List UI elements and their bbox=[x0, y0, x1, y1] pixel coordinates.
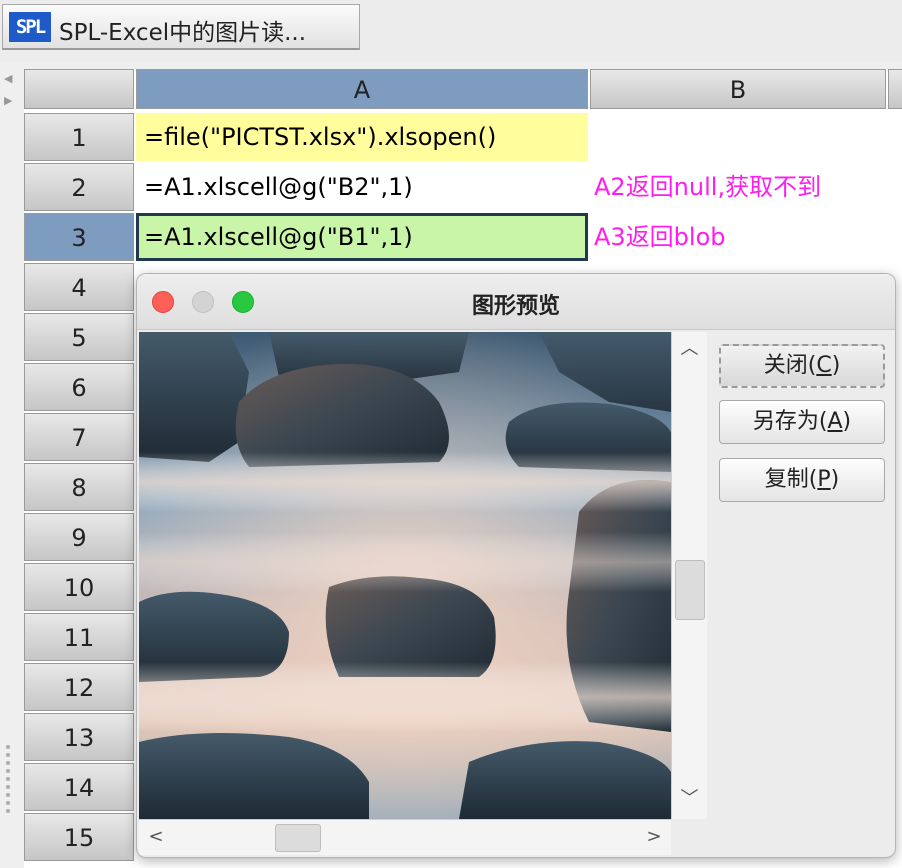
misty-rocks-image bbox=[139, 332, 671, 819]
row-header-3[interactable]: 3 bbox=[24, 213, 134, 261]
scroll-down-icon[interactable]: ﹀ bbox=[672, 784, 707, 814]
copy-button-suffix: ) bbox=[830, 467, 840, 492]
close-button-mnemonic: C bbox=[816, 353, 832, 378]
splitter-grip-icon[interactable] bbox=[6, 745, 10, 817]
cell-b3-comment[interactable]: A3返回blob bbox=[594, 213, 726, 261]
row-header-1[interactable]: 1 bbox=[24, 113, 134, 161]
row-header-14[interactable]: 14 bbox=[24, 763, 134, 811]
cell-a3-selected[interactable]: =A1.xlscell@g("B1",1) bbox=[136, 213, 588, 261]
row-header-12[interactable]: 12 bbox=[24, 663, 134, 711]
cell-b2-comment[interactable]: A2返回null,获取不到 bbox=[594, 163, 821, 211]
image-preview-dialog: 图形预览 ︿ ﹀ < > 关闭(C) 另存为(A) 复制(P) bbox=[136, 273, 896, 858]
document-tab[interactable]: SPL SPL-Excel中的图片读... bbox=[2, 4, 360, 50]
document-tab-title: SPL-Excel中的图片读... bbox=[59, 20, 307, 46]
row-header-15[interactable]: 15 bbox=[24, 813, 134, 861]
row-header-9[interactable]: 9 bbox=[24, 513, 134, 561]
cell-a1[interactable]: =file("PICTST.xlsx").xlsopen() bbox=[136, 113, 588, 161]
spl-logo-icon: SPL bbox=[9, 12, 51, 42]
row-header-11[interactable]: 11 bbox=[24, 613, 134, 661]
row-header-7[interactable]: 7 bbox=[24, 413, 134, 461]
row-header-6[interactable]: 6 bbox=[24, 363, 134, 411]
row-header-2[interactable]: 2 bbox=[24, 163, 134, 211]
document-tab-bar: SPL SPL-Excel中的图片读... bbox=[0, 0, 902, 62]
column-header-a[interactable]: A bbox=[136, 69, 588, 109]
column-header-b[interactable]: B bbox=[590, 69, 886, 109]
cell-a2[interactable]: =A1.xlscell@g("B2",1) bbox=[136, 163, 588, 211]
vertical-scroll-thumb[interactable] bbox=[675, 560, 705, 620]
row-header-10[interactable]: 10 bbox=[24, 563, 134, 611]
copy-button-label: 复制( bbox=[764, 467, 818, 492]
grid-corner[interactable] bbox=[24, 69, 134, 109]
horizontal-scroll-thumb[interactable] bbox=[275, 824, 321, 852]
dialog-title: 图形预览 bbox=[471, 294, 560, 319]
save-as-button[interactable]: 另存为(A) bbox=[719, 400, 885, 444]
close-button[interactable]: 关闭(C) bbox=[719, 344, 885, 388]
vertical-scrollbar[interactable]: ︿ ﹀ bbox=[671, 332, 707, 819]
close-button-label: 关闭( bbox=[763, 353, 817, 378]
left-panel-strip bbox=[0, 62, 22, 868]
expand-right-icon[interactable]: ▶ bbox=[4, 94, 12, 107]
row-header-4[interactable]: 4 bbox=[24, 263, 134, 311]
row-header-5[interactable]: 5 bbox=[24, 313, 134, 361]
scroll-up-icon[interactable]: ︿ bbox=[672, 334, 707, 364]
collapse-left-icon[interactable]: ◀ bbox=[4, 72, 12, 85]
scroll-right-icon[interactable]: > bbox=[639, 820, 669, 856]
row-header-13[interactable]: 13 bbox=[24, 713, 134, 761]
save-as-button-label: 另存为( bbox=[752, 409, 828, 434]
row-header-8[interactable]: 8 bbox=[24, 463, 134, 511]
save-as-button-suffix: ) bbox=[842, 409, 852, 434]
column-header-c[interactable] bbox=[888, 69, 902, 109]
preview-image bbox=[139, 332, 671, 819]
copy-button[interactable]: 复制(P) bbox=[719, 458, 885, 502]
close-button-suffix: ) bbox=[831, 353, 841, 378]
horizontal-scrollbar[interactable]: < > bbox=[139, 819, 671, 855]
save-as-button-mnemonic: A bbox=[827, 409, 843, 434]
dialog-titlebar[interactable]: 图形预览 bbox=[137, 274, 895, 330]
copy-button-mnemonic: P bbox=[817, 467, 831, 492]
scroll-left-icon[interactable]: < bbox=[141, 820, 171, 856]
